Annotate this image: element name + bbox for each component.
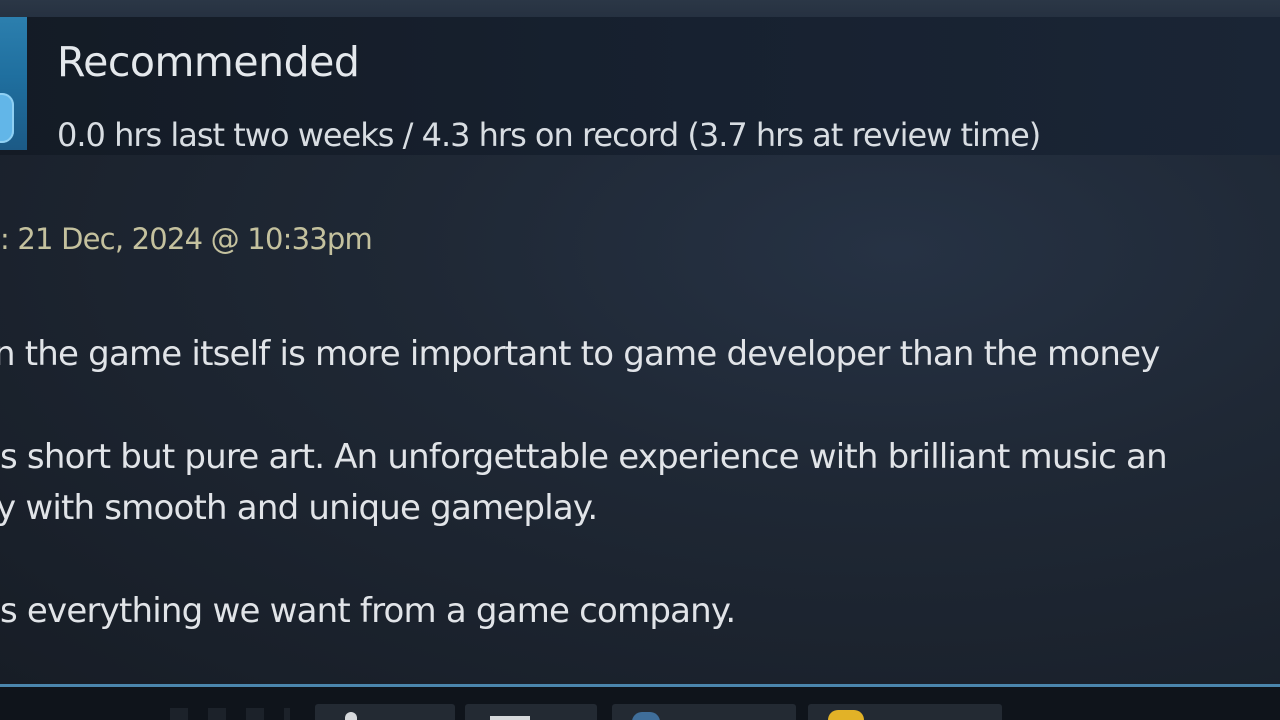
funny-icon <box>632 712 660 720</box>
vote-yes-button[interactable] <box>315 704 455 720</box>
review-verdict: Recommended <box>57 38 360 86</box>
review-text-line: s short but pure art. An unforgettable e… <box>0 437 1168 477</box>
thumbs-up-icon <box>345 712 357 720</box>
top-strip <box>0 0 1280 17</box>
review-text-line: y with smooth and unique gameplay. <box>0 488 598 528</box>
thumbs-down-icon <box>490 716 530 720</box>
vote-funny-button[interactable] <box>612 704 796 720</box>
recommended-thumb-tile <box>0 17 27 150</box>
review-text-line: s everything we want from a game company… <box>0 591 736 631</box>
thumbs-up-icon <box>0 93 14 143</box>
vote-no-button[interactable] <box>465 704 597 720</box>
posted-date: : 21 Dec, 2024 @ 10:33pm <box>0 222 373 256</box>
helpful-prompt-text <box>150 708 290 720</box>
review-text-line: n the game itself is more important to g… <box>0 334 1160 374</box>
award-button[interactable] <box>808 704 1002 720</box>
award-icon <box>828 710 864 720</box>
playtime-hours: 0.0 hrs last two weeks / 4.3 hrs on reco… <box>57 116 1041 154</box>
